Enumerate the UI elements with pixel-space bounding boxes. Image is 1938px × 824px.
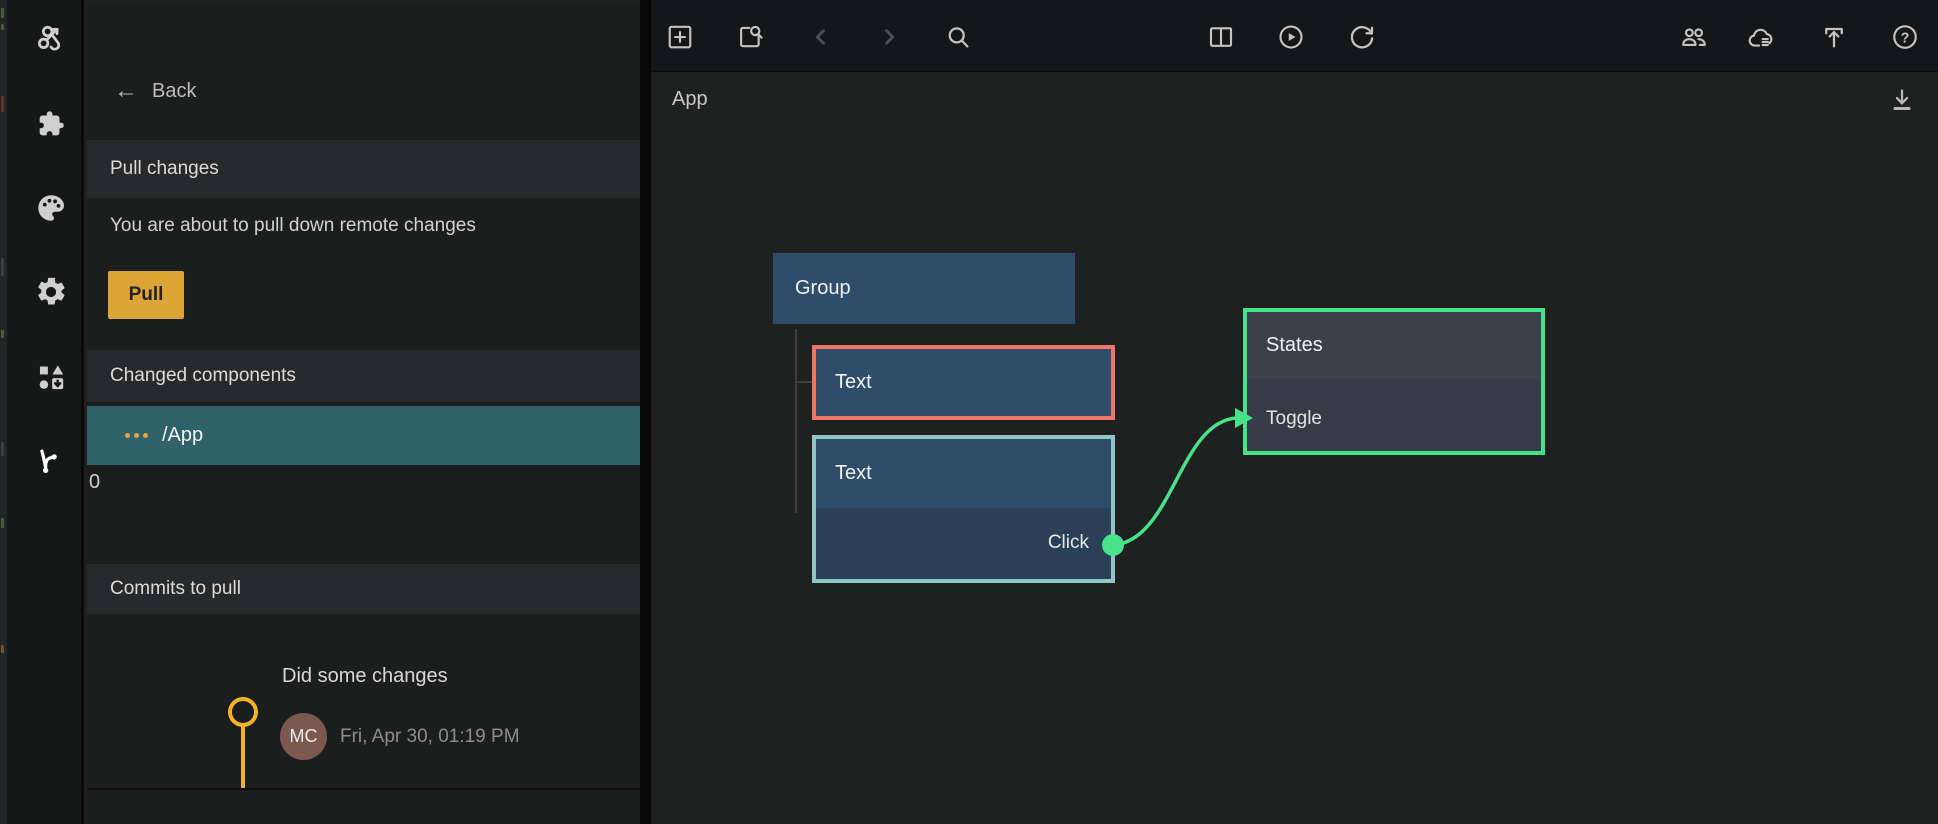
cloud-sync-icon[interactable]: [1746, 22, 1776, 52]
back-arrow-icon: ←: [114, 79, 138, 103]
commit-graph-line: [241, 726, 245, 789]
component-ellipsis-icon: [125, 433, 148, 438]
nav-forward-icon[interactable]: [874, 22, 904, 52]
split-view-icon[interactable]: [1206, 22, 1236, 52]
back-label: Back: [152, 80, 196, 103]
edge-mark: [1, 8, 4, 18]
edge-mark: [1, 24, 4, 30]
commits-to-pull-title: Commits to pull: [110, 578, 241, 600]
node-canvas[interactable]: ? App Group Text Text Click: [651, 0, 1938, 824]
panel-canvas-separator: [640, 0, 651, 824]
node-header: Text: [816, 439, 1111, 508]
nav-back-icon[interactable]: [806, 22, 836, 52]
output-port-click[interactable]: Click: [1048, 532, 1089, 554]
help-glyph: ?: [1901, 30, 1910, 46]
node-group[interactable]: Group: [773, 253, 1075, 324]
component-search-icon[interactable]: [735, 22, 765, 52]
preview-play-icon[interactable]: [1276, 22, 1306, 52]
edge-mark: [1, 645, 4, 653]
refresh-icon[interactable]: [1347, 22, 1377, 52]
canvas-toolbar: ?: [651, 0, 1938, 72]
section-header-pull-changes: Pull changes: [87, 140, 640, 198]
section-header-changed-components: Changed components: [87, 350, 640, 402]
commit-graph-node-icon: [228, 697, 258, 727]
changed-component-label: /App: [162, 424, 203, 447]
pull-button[interactable]: Pull: [108, 271, 184, 319]
edge-mark: [1, 330, 4, 338]
version-control-panel: ← Back Pull changes You are about to pul…: [87, 2, 640, 824]
download-icon[interactable]: [1887, 85, 1917, 115]
edge-mark: [1, 258, 4, 276]
collaborators-icon[interactable]: [1679, 22, 1709, 52]
pull-changes-title: Pull changes: [110, 158, 219, 180]
main-sidebar: [7, 0, 84, 824]
styles-palette-icon[interactable]: [33, 190, 69, 226]
edge-mark: [1, 96, 4, 112]
back-button[interactable]: ← Back: [114, 72, 196, 110]
components-shapes-icon[interactable]: [33, 359, 69, 395]
plugins-puzzle-icon[interactable]: [33, 106, 69, 142]
component-breadcrumb[interactable]: App: [672, 88, 708, 111]
node-title: States: [1266, 334, 1323, 357]
node-tree-tick: [795, 381, 812, 383]
commit-timestamp: Fri, Apr 30, 01:19 PM: [340, 726, 520, 748]
node-title: Group: [795, 277, 851, 300]
node-tree-line: [795, 329, 797, 513]
node-title: Text: [835, 462, 872, 485]
edge-mark: [1, 442, 4, 456]
changed-component-item-app[interactable]: /App: [87, 406, 640, 465]
node-text-selected[interactable]: Text Click: [812, 435, 1115, 583]
edge-activity-strip: [0, 0, 7, 824]
add-node-icon[interactable]: [665, 22, 695, 52]
search-icon[interactable]: [943, 22, 973, 52]
version-control-branch-icon[interactable]: [33, 442, 69, 478]
noodl-logo-icon[interactable]: [33, 20, 69, 56]
help-icon[interactable]: ?: [1890, 22, 1920, 52]
input-port-toggle[interactable]: Toggle: [1266, 408, 1322, 430]
node-states[interactable]: States Toggle: [1243, 308, 1545, 455]
node-text-conflict[interactable]: Text: [812, 345, 1115, 420]
commit-message: Did some changes: [282, 665, 448, 688]
node-title: Text: [835, 371, 872, 394]
section-header-commits-to-pull: Commits to pull: [87, 564, 640, 614]
changed-components-title: Changed components: [110, 365, 296, 387]
noodl-app-window: ← Back Pull changes You are about to pul…: [0, 0, 1938, 824]
stray-count-text: 0: [89, 471, 100, 494]
node-header: States: [1247, 312, 1541, 379]
settings-gear-icon[interactable]: [33, 274, 69, 310]
commit-author-avatar: MC: [280, 713, 327, 760]
commit-list-divider: [87, 788, 640, 790]
edge-mark: [1, 518, 4, 528]
pull-description: You are about to pull down remote change…: [110, 215, 476, 237]
deploy-upload-icon[interactable]: [1819, 22, 1849, 52]
